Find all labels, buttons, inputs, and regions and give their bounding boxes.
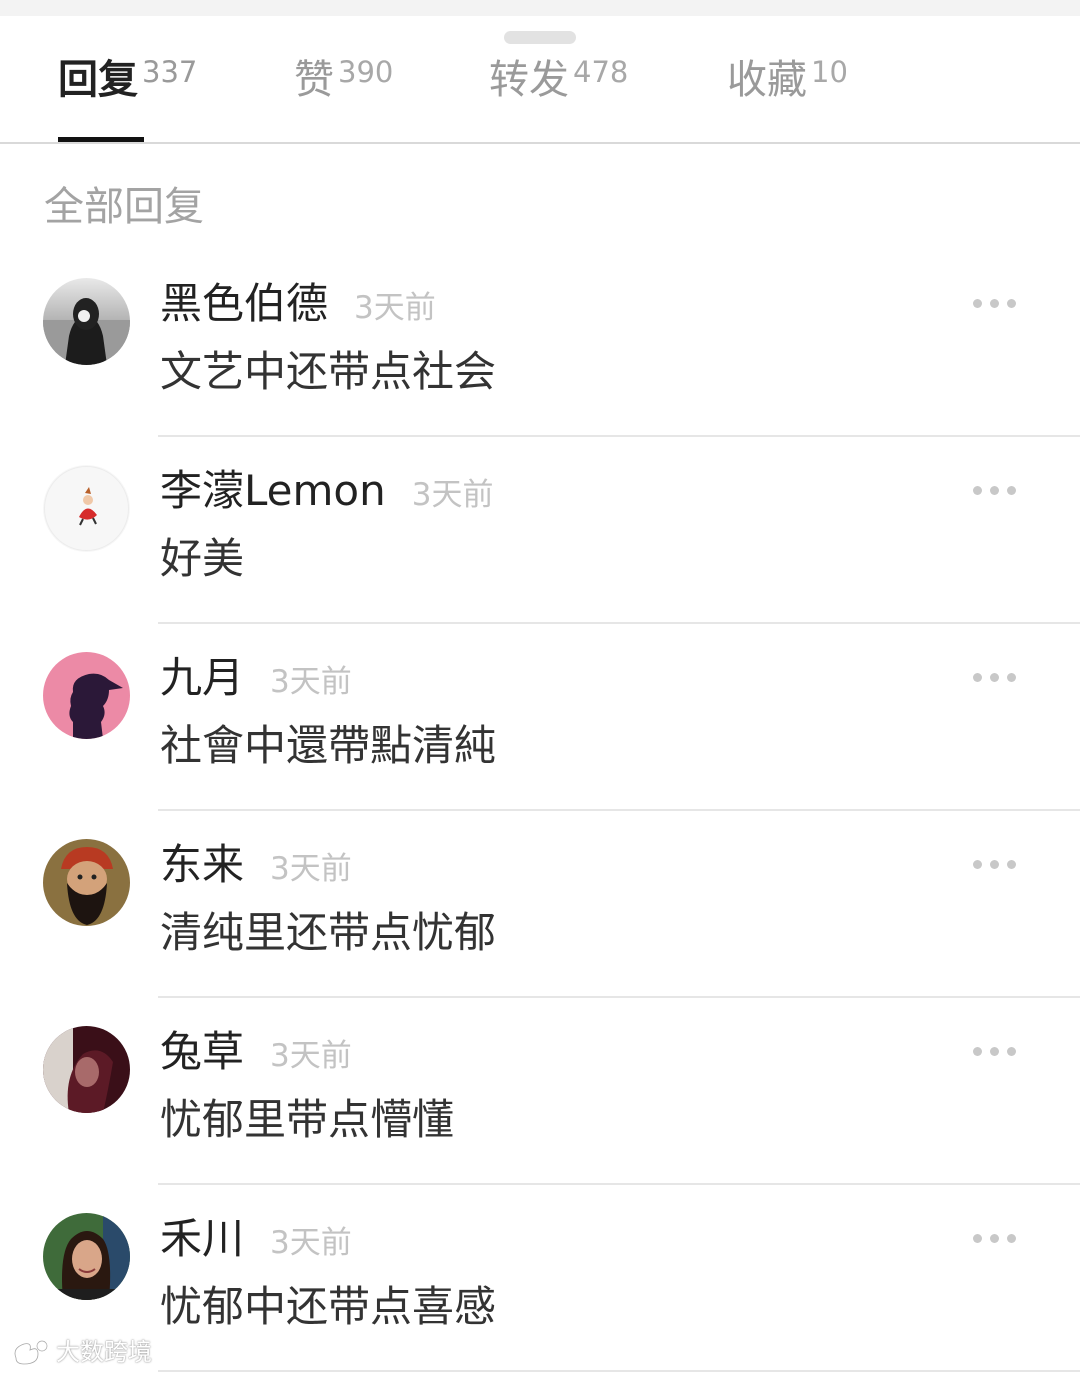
dot: [1006, 485, 1016, 495]
comment-item: 黑色伯德 3天前 文艺中还带点社会: [0, 250, 1080, 437]
top-strip: [0, 0, 1080, 16]
dot: [989, 485, 999, 495]
username[interactable]: 黑色伯德: [160, 278, 328, 330]
watermark: 大数跨境: [10, 1336, 152, 1368]
username[interactable]: 李濛Lemon: [160, 465, 386, 517]
more-options-button[interactable]: [964, 662, 1024, 692]
dot: [1006, 672, 1016, 682]
woman-portrait-avatar[interactable]: [43, 1213, 130, 1300]
comments-panel: 回复 337 赞 390 转发 478 收藏 10 全部回复 黑色伯德 3天前 …: [0, 0, 1080, 1374]
dark-portrait-avatar[interactable]: [43, 1026, 130, 1113]
tab-reposts[interactable]: 转发 478: [489, 52, 628, 108]
comment-text: 好美: [160, 534, 245, 583]
tab-favorites[interactable]: 收藏 10: [727, 52, 848, 108]
section-title: 全部回复: [44, 184, 204, 230]
dot: [972, 298, 982, 308]
timestamp: 3天前: [270, 664, 352, 700]
username-row: 李濛Lemon 3天前: [160, 465, 493, 521]
tab-label: 收藏: [727, 57, 807, 103]
row-divider: [158, 1370, 1080, 1372]
dot: [989, 1046, 999, 1056]
dot: [989, 1233, 999, 1243]
dot: [1006, 1046, 1016, 1056]
dot: [972, 1233, 982, 1243]
comment-item: 李濛Lemon 3天前 好美: [0, 437, 1080, 624]
username[interactable]: 东来: [160, 839, 244, 891]
tab-label: 回复: [58, 57, 138, 103]
timestamp: 3天前: [270, 1225, 352, 1261]
tab-count: 10: [811, 55, 848, 89]
comment-list: 黑色伯德 3天前 文艺中还带点社会 李濛Lemon 3天前 好美 九月 3天前 …: [0, 250, 1080, 1372]
more-options-button[interactable]: [964, 475, 1024, 505]
dot: [1006, 859, 1016, 869]
tab-label: 赞: [294, 57, 334, 103]
dot: [989, 298, 999, 308]
comment-text: 社會中還帶點清純: [160, 721, 497, 770]
tab-replies[interactable]: 回复 337: [58, 52, 197, 108]
tab-count: 337: [142, 55, 198, 89]
silhouette-profile-avatar[interactable]: [43, 652, 130, 739]
bearded-man-avatar[interactable]: [43, 839, 130, 926]
hooded-figure-avatar[interactable]: [43, 278, 130, 365]
comment-item: 东来 3天前 清纯里还带点忧郁: [0, 811, 1080, 998]
tab-likes[interactable]: 赞 390: [294, 52, 393, 108]
username-row: 兔草 3天前: [160, 1026, 352, 1082]
more-options-button[interactable]: [964, 1036, 1024, 1066]
comment-text: 忧郁中还带点喜感: [160, 1282, 497, 1331]
username-row: 九月 3天前: [160, 652, 352, 708]
username[interactable]: 兔草: [160, 1026, 244, 1078]
weibo-logo-icon: [10, 1338, 50, 1366]
dot: [1006, 298, 1016, 308]
dot: [972, 672, 982, 682]
little-my-avatar[interactable]: [43, 465, 130, 552]
comment-item: 兔草 3天前 忧郁里带点懵懂: [0, 998, 1080, 1185]
tabs-divider: [0, 142, 1080, 144]
comment-item: 禾川 3天前 忧郁中还带点喜感: [0, 1185, 1080, 1372]
more-options-button[interactable]: [964, 849, 1024, 879]
tab-count: 390: [338, 55, 394, 89]
username-row: 东来 3天前: [160, 839, 352, 895]
timestamp: 3天前: [354, 290, 436, 326]
username-row: 禾川 3天前: [160, 1213, 352, 1269]
comment-item: 九月 3天前 社會中還帶點清純: [0, 624, 1080, 811]
dot: [972, 1046, 982, 1056]
dot: [989, 672, 999, 682]
more-options-button[interactable]: [964, 1223, 1024, 1253]
watermark-text: 大数跨境: [56, 1338, 152, 1366]
comment-text: 文艺中还带点社会: [160, 347, 497, 396]
comment-text: 清纯里还带点忧郁: [160, 908, 497, 957]
drag-handle[interactable]: [504, 31, 576, 44]
tab-bar: 回复 337 赞 390 转发 478 收藏 10: [0, 44, 1080, 142]
timestamp: 3天前: [411, 477, 494, 513]
timestamp: 3天前: [270, 851, 352, 887]
username[interactable]: 禾川: [160, 1213, 244, 1265]
dot: [1006, 1233, 1016, 1243]
timestamp: 3天前: [270, 1038, 352, 1074]
dot: [989, 859, 999, 869]
dot: [972, 859, 982, 869]
more-options-button[interactable]: [964, 288, 1024, 318]
comment-text: 忧郁里带点懵懂: [160, 1095, 455, 1144]
dot: [972, 485, 982, 495]
tab-label: 转发: [489, 57, 569, 103]
tab-count: 478: [573, 55, 629, 89]
username-row: 黑色伯德 3天前: [160, 278, 436, 334]
username[interactable]: 九月: [160, 652, 244, 704]
